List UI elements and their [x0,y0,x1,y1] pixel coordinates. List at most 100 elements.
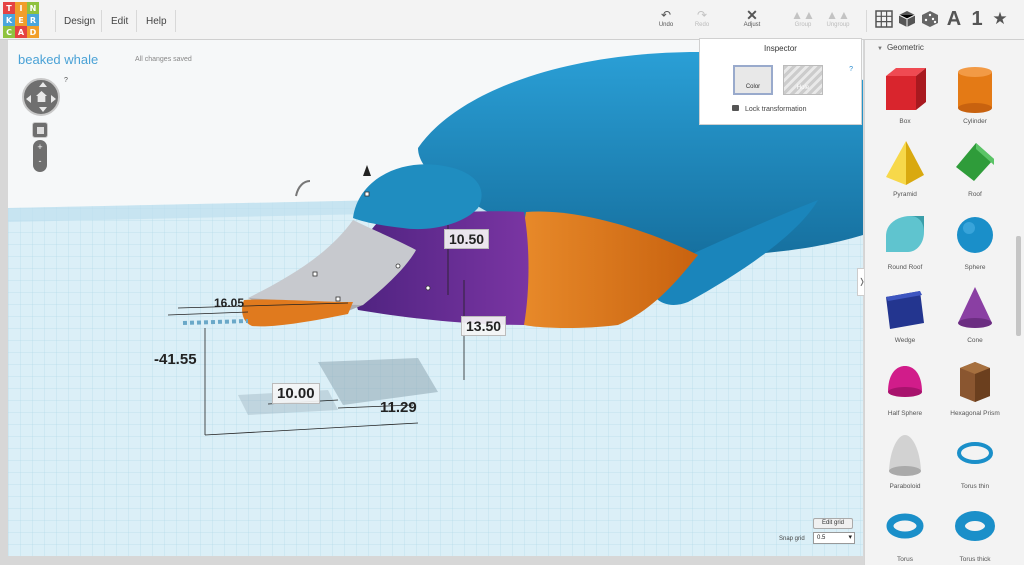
inspector-help-icon[interactable]: ? [849,66,853,73]
ungroup-icon: ▲▲ [826,8,850,22]
shape-roof[interactable]: Roof [940,137,1010,198]
adjust-label: Adjust [743,22,761,28]
shape-torus-thick[interactable]: Torus thick [940,502,1010,563]
dimension-label[interactable]: 10.00 [272,383,320,404]
undo-icon: ↶ [660,8,672,22]
orbit-down-arrow[interactable] [39,107,47,112]
fit-view-button[interactable] [32,122,48,138]
sphere-icon [957,217,993,253]
tinkercad-app: { "app": { "logo_rows": [["T","I","N"],[… [0,0,1024,565]
design-title[interactable]: beaked whale [18,52,98,67]
shape-half-sphere[interactable]: Half Sphere [870,356,940,417]
logo-letter: E [15,14,27,26]
orbit-up-arrow[interactable] [39,82,47,87]
redo-icon: ↷ [696,8,708,22]
shapes-panel: ▼ Geometric Box Cylinder Pyramid Roof Rou… [864,40,1024,565]
shape-label: Paraboloid [889,483,921,490]
view-help-icon[interactable]: ? [64,77,68,84]
category-header[interactable]: ▼ Geometric [877,43,924,52]
text-tool-button[interactable]: A [944,7,964,31]
shape-label: Torus thin [960,483,990,490]
panel-scrollbar[interactable] [1016,236,1021,336]
shape-wedge[interactable]: Wedge [870,283,940,344]
grid-view-button[interactable] [874,7,894,31]
snap-grid-select[interactable]: 0.5 [813,532,855,544]
adjust-button[interactable]: ✕ Adjust [732,8,772,28]
top-toolbar: T I N K E R C A D Design Edit Help ↶ Und… [0,0,1024,40]
logo-letter: R [27,14,39,26]
hole-button[interactable]: Hole [783,65,823,95]
menu-divider [175,10,176,32]
shape-torus[interactable]: Torus [870,502,940,563]
paraboloid-icon [889,435,921,476]
dimension-label[interactable]: 10.50 [444,229,490,249]
ungroup-label: Ungroup [826,22,850,28]
orbit-right-arrow[interactable] [51,95,56,103]
whale-head[interactable] [353,164,482,230]
shape-cylinder[interactable]: Cylinder [940,64,1010,125]
dice-icon [922,11,938,27]
logo-letter: N [27,2,39,14]
menu-edit[interactable]: Edit [111,16,128,27]
hexagonal-prism-icon [960,362,990,402]
rotate-handle-icon[interactable] [295,180,311,197]
color-label: Color [745,84,761,90]
box-icon [886,68,926,110]
edit-grid-button[interactable]: Edit grid [813,518,853,529]
snap-grid-label: Snap grid [779,536,805,542]
dimension-label[interactable]: 16.05 [214,296,244,310]
adjust-icon: ✕ [746,7,758,23]
solid-view-button[interactable] [897,7,917,31]
menu-design[interactable]: Design [64,16,95,27]
shape-label: Box [899,118,911,125]
shape-label: Cylinder [963,118,987,125]
tinkercad-logo[interactable]: T I N K E R C A D [3,2,39,38]
wedge-icon [886,291,924,329]
toolbar-divider [866,10,867,32]
shape-box[interactable]: Box [870,64,940,125]
home-icon[interactable] [36,91,47,102]
shape-round-roof[interactable]: Round Roof [870,210,940,271]
logo-letter: D [27,26,39,38]
pyramid-icon [886,141,924,185]
group-icon: ▲▲ [791,8,815,22]
shape-pyramid[interactable]: Pyramid [870,137,940,198]
shape-torus-thin[interactable]: Torus thin [940,429,1010,490]
lock-transformation-toggle[interactable]: Lock transformation [732,105,806,113]
grid-icon [875,10,893,28]
zoom-out-button[interactable]: - [33,154,47,168]
hole-label: Hole [796,85,810,91]
wireframe-view-button[interactable] [920,7,940,31]
menu-help[interactable]: Help [146,16,167,27]
cube-icon [898,11,916,27]
dimension-label[interactable]: 13.50 [461,316,507,336]
shape-sphere[interactable]: Sphere [940,210,1010,271]
lift-handle-icon[interactable] [363,165,371,176]
orbit-left-arrow[interactable] [26,95,31,103]
category-label: Geometric [886,43,924,52]
zoom-in-button[interactable]: + [33,140,47,154]
shape-label: Wedge [894,337,916,344]
shape-label: Torus thick [959,556,991,563]
undo-button[interactable]: ↶ Undo [646,8,686,28]
ungroup-button[interactable]: ▲▲ Ungroup [818,8,858,28]
save-status: All changes saved [135,56,192,63]
color-button[interactable]: Color [733,65,773,95]
group-label: Group [794,22,812,28]
shape-label: Sphere [964,264,986,271]
caret-down-icon: ▼ [877,46,883,52]
dimension-label[interactable]: 11.29 [380,399,417,416]
dimension-label[interactable]: -41.55 [154,351,197,368]
zoom-control[interactable]: + - [33,140,47,172]
number-tool-button[interactable]: 1 [968,7,986,31]
shape-cone[interactable]: Cone [940,283,1010,344]
shape-hexagonal-prism[interactable]: Hexagonal Prism [940,356,1010,417]
redo-button[interactable]: ↷ Redo [682,8,722,28]
favorites-star-icon[interactable]: ★ [990,7,1010,31]
shape-paraboloid[interactable]: Paraboloid [870,429,940,490]
group-button[interactable]: ▲▲ Group [783,8,823,28]
window-bottom-edge [0,556,864,565]
view-navigator[interactable] [22,78,60,116]
cylinder-icon [958,67,992,113]
shape-label: Pyramid [893,191,917,198]
